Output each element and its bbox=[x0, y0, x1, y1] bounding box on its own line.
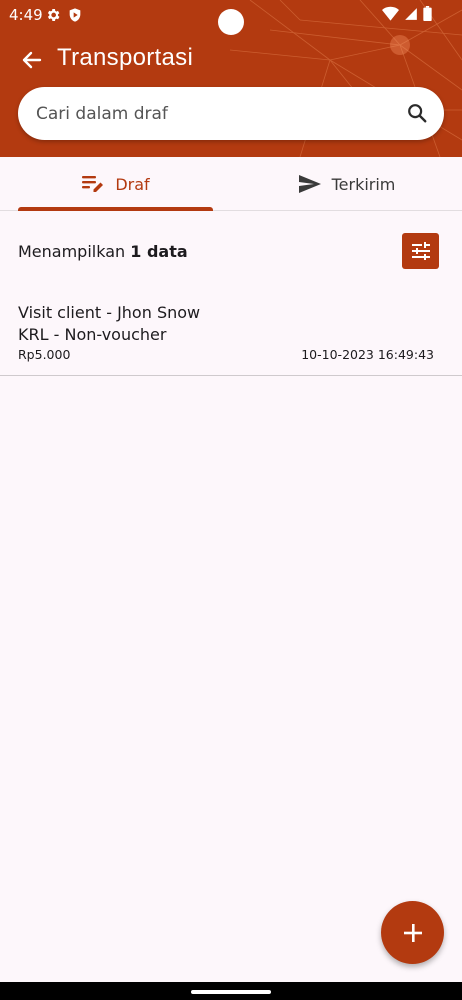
home-gesture-handle[interactable] bbox=[191, 990, 271, 994]
cell-signal-icon bbox=[405, 7, 417, 20]
wifi-icon bbox=[382, 6, 399, 21]
summary-count: 1 data bbox=[130, 242, 188, 261]
tab-terkirim[interactable]: Terkirim bbox=[231, 157, 462, 211]
result-summary: Menampilkan 1 data bbox=[18, 242, 188, 261]
tab-draf-label: Draf bbox=[115, 174, 150, 194]
plus-icon bbox=[403, 923, 422, 942]
system-nav-bar bbox=[0, 982, 462, 1000]
active-tab-indicator bbox=[18, 207, 213, 211]
front-camera-cutout bbox=[218, 9, 244, 35]
list-item[interactable]: Visit client - Jhon Snow KRL - Non-vouch… bbox=[0, 296, 462, 376]
send-icon bbox=[298, 175, 321, 193]
app-header: 4:49 Transportasi bbox=[0, 0, 462, 157]
filter-button[interactable] bbox=[402, 233, 439, 269]
tab-draf[interactable]: Draf bbox=[0, 157, 231, 211]
tune-sliders-icon bbox=[411, 242, 430, 260]
settings-gear-icon bbox=[47, 9, 60, 21]
edit-note-icon bbox=[82, 176, 104, 192]
search-icon[interactable] bbox=[406, 102, 428, 124]
tab-terkirim-label: Terkirim bbox=[331, 174, 396, 194]
item-date: 10-10-2023 16:49:43 bbox=[301, 347, 434, 362]
search-bar[interactable] bbox=[18, 87, 444, 140]
add-button[interactable] bbox=[381, 901, 444, 964]
item-subtitle: KRL - Non-voucher bbox=[18, 325, 167, 344]
item-title: Visit client - Jhon Snow bbox=[18, 303, 201, 322]
page-title: Transportasi bbox=[57, 44, 194, 71]
battery-icon bbox=[423, 6, 432, 21]
summary-prefix: Menampilkan bbox=[18, 242, 126, 261]
shield-play-icon bbox=[69, 8, 81, 22]
item-amount: Rp5.000 bbox=[18, 347, 71, 362]
arrow-left-icon[interactable] bbox=[20, 48, 44, 72]
status-time: 4:49 bbox=[9, 6, 43, 24]
tab-bar: Draf Terkirim bbox=[0, 157, 462, 211]
search-input[interactable] bbox=[36, 102, 376, 126]
